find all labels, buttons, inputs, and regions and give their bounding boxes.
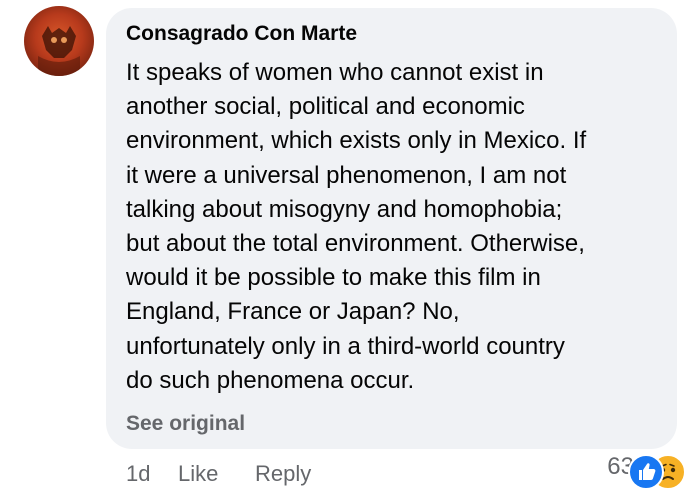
- comment-bubble: Consagrado Con Marte It speaks of women …: [106, 8, 677, 449]
- comment-text-line: It speaks of women who cannot exist in: [126, 59, 544, 86]
- reaction-summary[interactable]: [628, 454, 690, 490]
- comment-author[interactable]: Consagrado Con Marte: [126, 22, 357, 46]
- avatar-image: [38, 26, 80, 76]
- comment-text-line: another social, political and economic: [126, 93, 525, 121]
- comment-text-line: would it be possible to make this film i…: [126, 264, 541, 292]
- see-original-link[interactable]: See original: [126, 412, 245, 436]
- comment-text-line: England, France or Japan? No,: [126, 298, 460, 326]
- like-icon: [628, 454, 664, 490]
- avatar[interactable]: [24, 6, 94, 76]
- comment-text: It speaks of women who cannot exist in a…: [126, 56, 656, 398]
- comment-text-line: do such phenomena occur.: [126, 366, 415, 394]
- comment-text-line: environment, which exists only in Mexico…: [126, 127, 587, 155]
- comment-text-line: unfortunately only in a third-world coun…: [126, 332, 565, 360]
- comment-text-line: talking about misogyny and homophobia;: [126, 195, 563, 223]
- like-button[interactable]: Like: [178, 459, 218, 489]
- comment-text-line: it were a universal phenomenon, I am not: [126, 161, 567, 189]
- reply-button[interactable]: Reply: [255, 459, 311, 489]
- comment-text-line: but about the total environment. Otherwi…: [126, 230, 585, 258]
- comment-timestamp[interactable]: 1d: [126, 459, 150, 489]
